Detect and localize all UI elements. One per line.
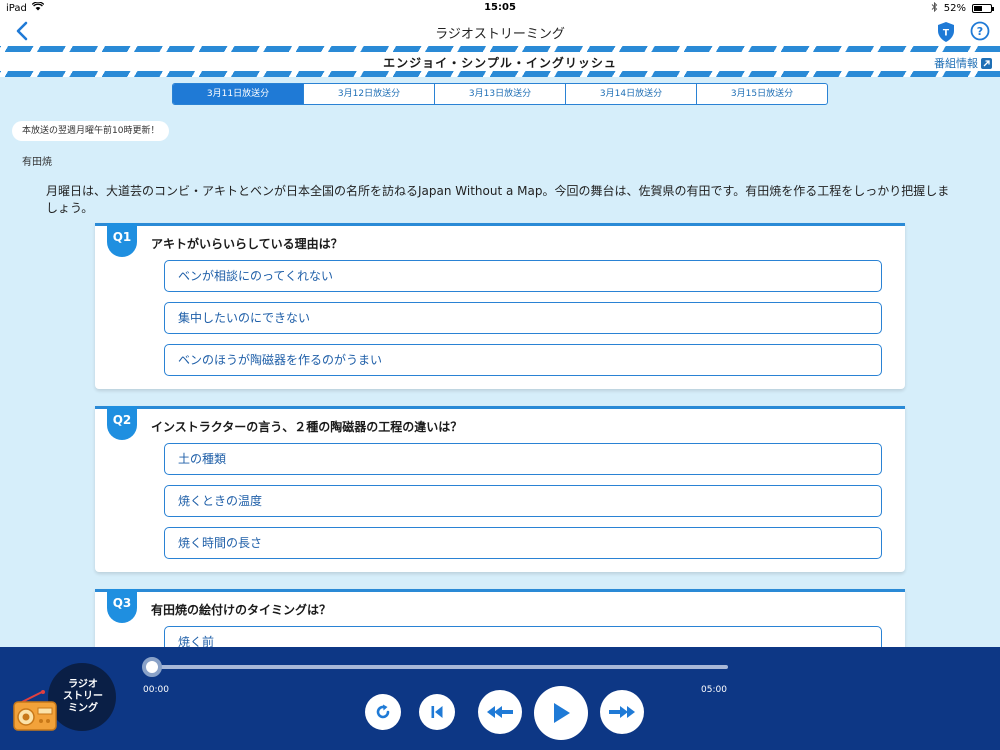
status-right: 52%	[931, 1, 994, 15]
status-bar: iPad 15:05 52%	[0, 0, 1000, 16]
update-notice: 本放送の翌週月曜午前10時更新！	[12, 121, 170, 141]
question-circle-icon: ?	[970, 21, 990, 41]
question-badge: Q3	[107, 589, 137, 623]
tab-3-14[interactable]: 3月14日放送分	[566, 84, 697, 104]
help-button[interactable]: ?	[970, 21, 990, 41]
episode-description: 月曜日は、大道芸のコンビ・アキトとベンが日本全国の名所を訪ねるJapan Wit…	[46, 184, 950, 215]
program-info-link[interactable]: 番組情報	[934, 55, 992, 71]
tab-3-12[interactable]: 3月12日放送分	[304, 84, 435, 104]
skip-start-button[interactable]	[419, 694, 455, 730]
app-logo-text: ラジオ ストリー ミング	[58, 679, 108, 715]
play-button[interactable]	[534, 686, 588, 740]
shield-icon: T	[938, 22, 954, 42]
skip-back-icon	[431, 706, 443, 718]
question-text: 有田焼の絵付けのタイミングは？	[151, 603, 332, 617]
question-card-q2: Q2 インストラクターの言う、２種の陶磁器の工程の違いは？ 土の種類 焼くときの…	[95, 406, 905, 572]
program-banner: エンジョイ・シンプル・イングリッシュ 番組情報	[0, 52, 1000, 71]
battery-icon	[972, 4, 994, 13]
fast-forward-button[interactable]	[600, 690, 644, 734]
answer-option[interactable]: 焼くときの温度	[164, 485, 882, 517]
banner-stripe-bottom	[0, 71, 1000, 77]
svg-text:?: ?	[977, 25, 983, 38]
answer-option[interactable]: 土の種類	[164, 443, 882, 475]
question-text: アキトがいらいらしている理由は？	[151, 237, 343, 251]
answer-option[interactable]: ベンが相談にのってくれない	[164, 260, 882, 292]
rewind-icon	[487, 706, 513, 718]
seek-bar[interactable]	[152, 665, 728, 669]
tab-3-15[interactable]: 3月15日放送分	[697, 84, 827, 104]
program-title: エンジョイ・シンプル・イングリッシュ	[383, 56, 617, 70]
logo-line: ミング	[68, 703, 98, 714]
nav-title: ラジオストリーミング	[435, 27, 565, 42]
replay-icon	[376, 704, 390, 719]
tab-3-13[interactable]: 3月13日放送分	[435, 84, 566, 104]
fast-forward-icon	[609, 706, 635, 718]
status-time: 15:05	[484, 2, 516, 13]
answer-option[interactable]: 焼く時間の長さ	[164, 527, 882, 559]
rewind-button[interactable]	[478, 690, 522, 734]
bluetooth-icon	[931, 1, 938, 15]
battery-percent: 52%	[943, 3, 966, 14]
program-info-label: 番組情報	[934, 57, 978, 70]
duration-time: 05:00	[701, 685, 727, 695]
seek-knob[interactable]	[142, 657, 162, 677]
radio-icon	[12, 690, 58, 732]
question-badge: Q1	[107, 223, 137, 257]
external-link-icon	[981, 57, 992, 69]
play-icon	[554, 703, 570, 723]
svg-text:T: T	[943, 29, 950, 39]
battery-fill	[974, 6, 983, 11]
answer-option[interactable]: 集中したいのにできない	[164, 302, 882, 334]
logo-line: ストリー	[63, 691, 103, 702]
answer-option[interactable]: ベンのほうが陶磁器を作るのがうまい	[164, 344, 882, 376]
tab-3-11[interactable]: 3月11日放送分	[173, 84, 304, 104]
current-time: 00:00	[143, 685, 169, 695]
date-tabs: 3月11日放送分 3月12日放送分 3月13日放送分 3月14日放送分 3月15…	[172, 83, 828, 105]
question-badge: Q2	[107, 406, 137, 440]
question-card-q1: Q1 アキトがいらいらしている理由は？ ベンが相談にのってくれない 集中したいの…	[95, 223, 905, 389]
shield-button[interactable]: T	[936, 21, 956, 43]
episode-title: 有田焼	[22, 157, 52, 168]
logo-line: ラジオ	[68, 679, 98, 690]
question-text: インストラクターの言う、２種の陶磁器の工程の違いは？	[151, 420, 463, 434]
nav-bar: ラジオストリーミング T ?	[0, 16, 1000, 46]
replay-button[interactable]	[365, 694, 401, 730]
